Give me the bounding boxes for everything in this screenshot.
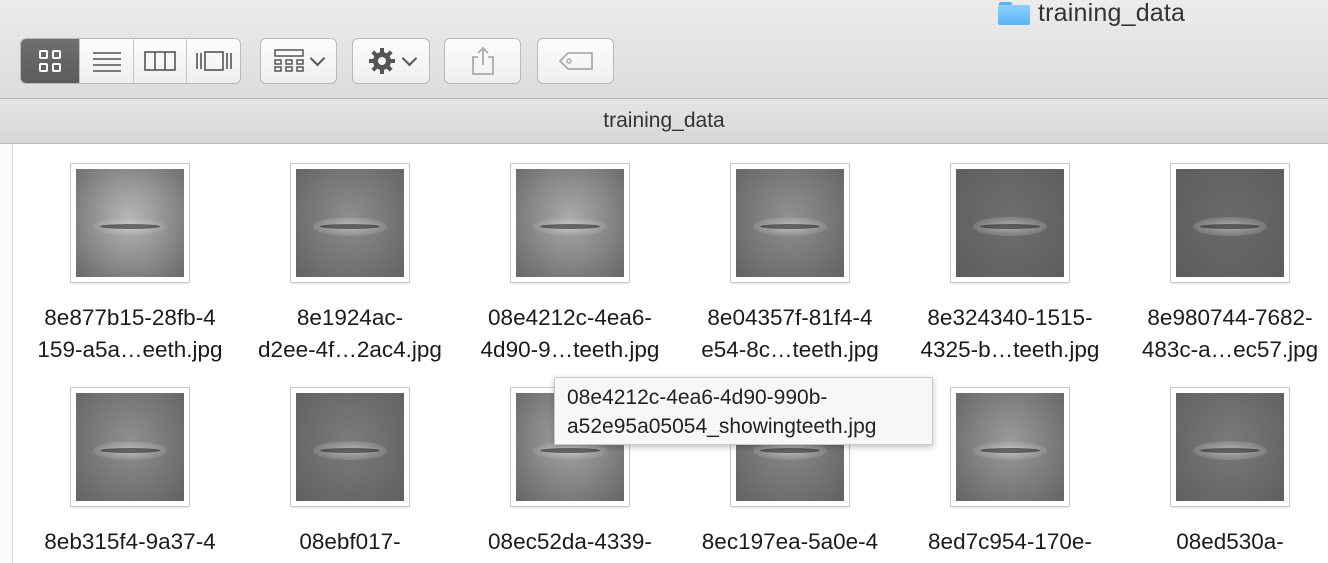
columns-icon [144,51,177,71]
file-thumbnail[interactable] [951,164,1069,282]
image-preview [1176,393,1284,501]
file-thumbnail[interactable] [1171,164,1289,282]
gallery-view-button[interactable] [186,39,240,83]
arrange-icon [274,49,304,72]
file-name-line-1: 8e1924ac- [296,305,404,330]
file-name-line-2: d2ee-4f…2ac4.jpg [258,337,442,362]
file-name-line-2: e54-8c…teeth.jpg [701,337,879,362]
icon-view-button[interactable] [21,39,80,83]
cover-flow-icon [195,51,232,71]
image-preview [516,169,624,277]
icon-grid-icon [39,50,62,72]
file-thumbnail[interactable] [511,164,629,282]
image-preview [736,169,844,277]
file-name-line-1: 8eb315f4-9a37-4 [44,529,216,554]
chevron-down-icon [309,50,326,67]
file-thumbnail[interactable] [291,164,409,282]
file-name-label: 8e04357f-81f4-4 e54-8c…teeth.jpg [684,302,896,366]
file-name-line-1: 8e04357f-81f4-4 [707,305,873,330]
file-name-line-1: 08ebf017- [299,529,401,554]
file-thumbnail[interactable] [71,388,189,506]
file-thumbnail[interactable] [731,164,849,282]
share-button[interactable] [444,38,521,84]
file-name-label: 8e1924ac-d2ee-4f…2ac4.jpg [244,302,456,366]
view-mode-control [20,38,241,84]
tooltip-line-2: a52e95a05054_showingteeth.jpg [567,415,877,438]
file-name-line-1: 8e877b15-28fb-4 [44,305,216,330]
path-bar: training_data [0,99,1328,144]
tag-icon [558,52,593,70]
file-name-line-1: 08e4212c-4ea6- [488,305,652,330]
file-thumbnail[interactable] [71,164,189,282]
tag-button[interactable] [537,38,614,84]
file-name-line-2: 159-a5a…eeth.jpg [37,337,223,362]
tooltip-line-1: 08e4212c-4ea6-4d90-990b- [567,386,828,409]
chevron-down-icon [401,50,417,67]
file-name-line-1: 8ed7c954-170e- [928,529,1092,554]
image-preview [1176,169,1284,277]
file-name-label: 8eb315f4-9a37-4 [24,526,236,558]
file-name-line-1: 08ec52da-4339- [488,529,652,554]
file-name-label: 8ec197ea-5a0e-4 [684,526,896,558]
file-name-label: 8e980744-7682- 483c-a…ec57.jpg [1124,302,1328,366]
file-thumbnail[interactable] [951,388,1069,506]
file-name-label: 08ec52da-4339- [464,526,676,558]
window-toolbar: training_data [0,0,1328,99]
file-name-label: 08e4212c-4ea6- 4d90-9…teeth.jpg [464,302,676,366]
file-name-label: 8e324340-1515- 4325-b…teeth.jpg [904,302,1116,366]
image-preview [956,393,1064,501]
image-preview [956,169,1064,277]
file-name-line-1: 08ed530a- [1176,529,1284,554]
filename-tooltip: 08e4212c-4ea6-4d90-990b- a52e95a05054_sh… [554,377,933,445]
file-thumbnail[interactable] [1171,388,1289,506]
image-preview [76,393,184,501]
sidebar-edge [0,144,13,563]
file-name-label: 08ed530a- [1124,526,1328,558]
folder-icon [998,1,1030,25]
file-grid: 8e877b15-28fb-4 159-a5a…eeth.jpg 8e1924ac-… [0,144,1328,563]
file-name-line-2: 4325-b…teeth.jpg [920,337,1100,362]
folder-title: training_data [603,109,725,132]
file-name-line-2: 483c-a…ec57.jpg [1141,337,1319,362]
file-name-label: 08ebf017- [244,526,456,558]
file-name-label: 8ed7c954-170e- [904,526,1116,558]
file-name-line-1: 8ec197ea-5a0e-4 [701,529,879,554]
image-preview [76,169,184,277]
file-name-line-1: 8e324340-1515- [927,305,1093,330]
column-view-button[interactable] [132,39,187,83]
arrange-button[interactable] [260,38,337,84]
file-name-line-1: 8e980744-7682- [1147,305,1313,330]
image-preview [296,169,404,277]
list-icon [92,52,121,72]
list-view-button[interactable] [79,39,133,83]
window-title: training_data [998,0,1186,27]
file-name-line-2: 4d90-9…teeth.jpg [480,337,660,362]
file-thumbnail[interactable] [291,388,409,506]
gear-icon [368,48,395,74]
image-preview [296,393,404,501]
share-icon [471,46,494,75]
action-button[interactable] [352,38,430,84]
file-name-label: 8e877b15-28fb-4 159-a5a…eeth.jpg [24,302,236,366]
window-title-label: training_data [1038,0,1186,27]
